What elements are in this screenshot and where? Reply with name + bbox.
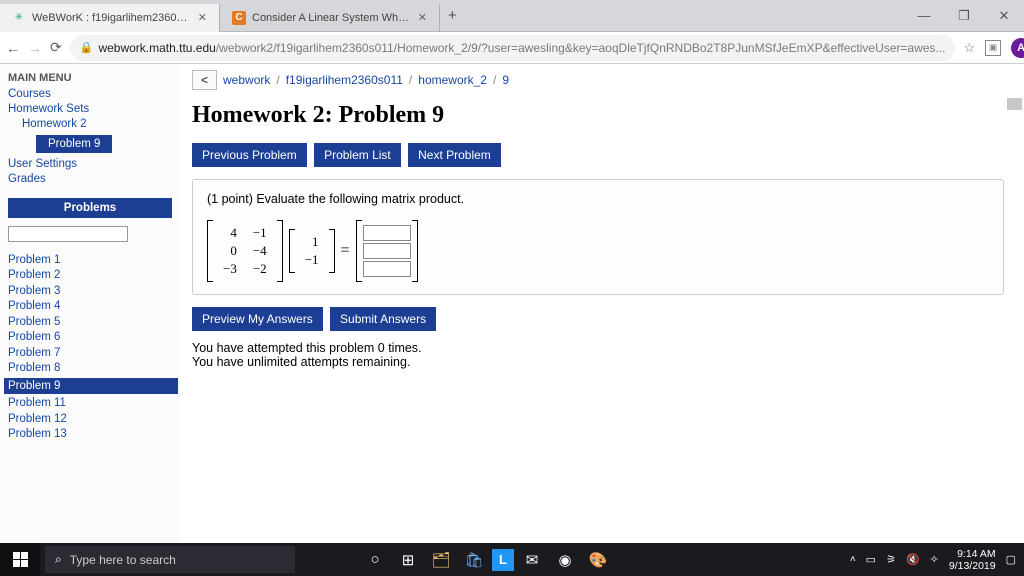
- window-maximize[interactable]: ❐: [944, 8, 984, 24]
- scrollbar[interactable]: [1007, 98, 1022, 110]
- sidebar-homework-sets[interactable]: Homework Sets: [8, 103, 172, 115]
- back-button[interactable]: ←: [6, 40, 20, 56]
- problem-link[interactable]: Problem 3: [8, 285, 172, 297]
- task-view-icon[interactable]: ⊞: [393, 545, 423, 575]
- chrome-icon[interactable]: ◉: [550, 545, 580, 575]
- window-close[interactable]: ✕: [984, 8, 1024, 24]
- problems-heading: Problems: [8, 198, 172, 218]
- search-placeholder: Type here to search: [70, 553, 176, 567]
- problem-list-button[interactable]: Problem List: [314, 143, 401, 167]
- notification-icon[interactable]: ▢: [1006, 553, 1016, 566]
- sidebar-user-settings[interactable]: User Settings: [8, 158, 172, 170]
- windows-taskbar: ⌕ Type here to search ○ ⊞ 🗂 🛍 L ✉ ◉ 🎨 ˄ …: [0, 543, 1024, 576]
- browser-tabstrip: ✳ WeBWorK : f19igarlihem2360s01 ✕ C Cons…: [0, 0, 1024, 32]
- sidebar-grades[interactable]: Grades: [8, 173, 172, 185]
- sidebar-problem-9-active[interactable]: Problem 9: [36, 135, 112, 153]
- breadcrumb-part[interactable]: f19igarlihem2360s011: [286, 73, 403, 87]
- breadcrumb-back[interactable]: <: [192, 70, 217, 90]
- problem-prompt: (1 point) Evaluate the following matrix …: [207, 192, 989, 206]
- favicon-webwork: ✳: [12, 11, 26, 25]
- app-icon[interactable]: L: [492, 549, 514, 571]
- problem-link[interactable]: Problem 5: [8, 316, 172, 328]
- attempts-line-2: You have unlimited attempts remaining.: [192, 355, 1004, 369]
- extension-icon[interactable]: ▣: [985, 40, 1001, 56]
- taskbar-search[interactable]: ⌕ Type here to search: [45, 546, 295, 573]
- wifi-icon[interactable]: ⚞: [886, 553, 896, 566]
- problem-link[interactable]: Problem 1: [8, 254, 172, 266]
- problem-list: Problem 1 Problem 2 Problem 3 Problem 4 Prob…: [8, 254, 172, 441]
- problem-jump-input[interactable]: [8, 226, 128, 242]
- favicon-chegg: C: [232, 11, 246, 25]
- taskbar-clock[interactable]: 9:14 AM 9/13/2019: [949, 548, 996, 572]
- tab-chegg[interactable]: C Consider A Linear System Whose ✕: [220, 4, 440, 32]
- problem-link[interactable]: Problem 2: [8, 269, 172, 281]
- ease-icon[interactable]: ✧: [930, 553, 939, 566]
- attempts-line-1: You have attempted this problem 0 times.: [192, 341, 1004, 355]
- problem-link[interactable]: Problem 9: [4, 378, 178, 394]
- cortana-icon[interactable]: ○: [360, 545, 390, 575]
- file-explorer-icon[interactable]: 🗂: [426, 545, 456, 575]
- problem-link[interactable]: Problem 11: [8, 397, 172, 409]
- reload-button[interactable]: ⟳: [50, 39, 62, 56]
- next-problem-button[interactable]: Next Problem: [408, 143, 501, 167]
- sidebar-homework-2[interactable]: Homework 2: [22, 118, 172, 130]
- problem-link[interactable]: Problem 4: [8, 300, 172, 312]
- answer-input-3[interactable]: [363, 261, 411, 277]
- page-title: Homework 2: Problem 9: [192, 102, 1004, 129]
- matrix-b: 1−1: [289, 229, 335, 273]
- store-icon[interactable]: 🛍: [459, 545, 489, 575]
- bookmark-icon[interactable]: ☆: [963, 40, 975, 56]
- breadcrumb-part[interactable]: 9: [502, 73, 509, 87]
- breadcrumb-part[interactable]: homework_2: [418, 73, 487, 87]
- window-minimize[interactable]: —: [904, 8, 944, 24]
- previous-problem-button[interactable]: Previous Problem: [192, 143, 307, 167]
- answer-input-2[interactable]: [363, 243, 411, 259]
- problem-box: (1 point) Evaluate the following matrix …: [192, 179, 1004, 295]
- windows-logo-icon: [13, 552, 28, 567]
- close-icon[interactable]: ✕: [198, 11, 207, 24]
- start-button[interactable]: [0, 543, 40, 576]
- tray-expand-icon[interactable]: ˄: [850, 554, 856, 565]
- preview-answers-button[interactable]: Preview My Answers: [192, 307, 323, 331]
- close-icon[interactable]: ✕: [418, 11, 427, 24]
- answer-input-1[interactable]: [363, 225, 411, 241]
- url-input[interactable]: 🔒 webwork.math.ttu.edu /webwork2/f19igar…: [70, 35, 956, 61]
- answer-matrix: [356, 220, 418, 282]
- forward-button[interactable]: →: [28, 40, 42, 56]
- problem-link[interactable]: Problem 12: [8, 413, 172, 425]
- sidebar: MAIN MENU Courses Homework Sets Homework…: [0, 64, 180, 543]
- problem-link[interactable]: Problem 7: [8, 347, 172, 359]
- search-icon: ⌕: [55, 552, 62, 567]
- breadcrumb-part[interactable]: webwork: [223, 73, 270, 87]
- mail-icon[interactable]: ✉: [517, 545, 547, 575]
- problem-link[interactable]: Problem 6: [8, 331, 172, 343]
- url-path: /webwork2/f19igarlihem2360s011/Homework_…: [216, 41, 946, 55]
- tab-label: WeBWorK : f19igarlihem2360s01: [32, 12, 192, 24]
- profile-avatar[interactable]: A: [1011, 38, 1024, 58]
- matrix-a: 4−10−4−3−2: [207, 220, 283, 282]
- volume-icon[interactable]: 🔇: [906, 553, 920, 566]
- tab-webwork[interactable]: ✳ WeBWorK : f19igarlihem2360s01 ✕: [0, 4, 220, 32]
- equals-sign: =: [341, 242, 350, 260]
- problem-link[interactable]: Problem 13: [8, 428, 172, 440]
- sidebar-courses[interactable]: Courses: [8, 88, 172, 100]
- main-menu-heading: MAIN MENU: [8, 72, 172, 84]
- new-tab-button[interactable]: +: [448, 7, 457, 24]
- tab-label: Consider A Linear System Whose: [252, 12, 412, 24]
- battery-icon[interactable]: ▭: [866, 553, 876, 566]
- lock-icon: 🔒: [80, 41, 94, 54]
- submit-answers-button[interactable]: Submit Answers: [330, 307, 436, 331]
- paint-icon[interactable]: 🎨: [583, 545, 613, 575]
- address-bar: ← → ⟳ 🔒 webwork.math.ttu.edu /webwork2/f…: [0, 32, 1024, 64]
- url-host: webwork.math.ttu.edu: [98, 41, 215, 55]
- main-content: < webwork/ f19igarlihem2360s011/ homewor…: [180, 64, 1024, 543]
- problem-link[interactable]: Problem 8: [8, 362, 172, 374]
